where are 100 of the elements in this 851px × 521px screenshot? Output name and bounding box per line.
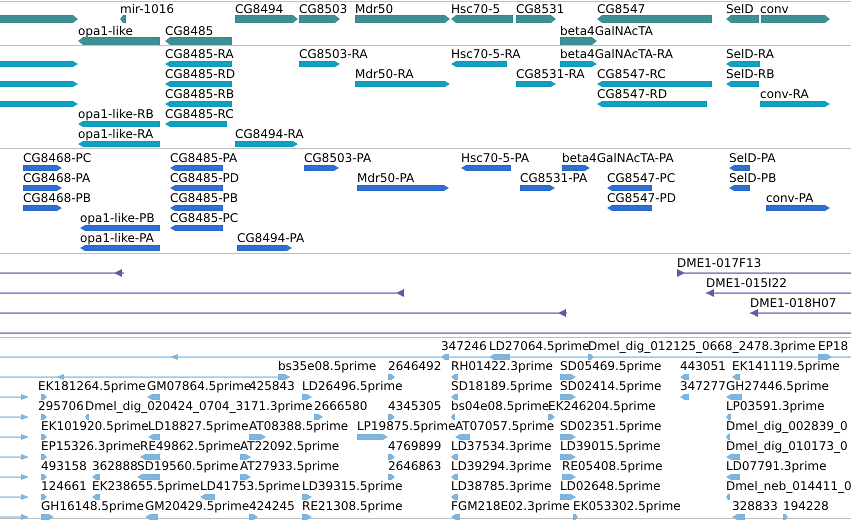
feature-label: CG8503-RA bbox=[299, 47, 368, 61]
feature-label: CG8494-PA bbox=[237, 231, 304, 245]
feature-label: 194228 bbox=[783, 499, 829, 513]
feature-label: conv bbox=[760, 2, 789, 16]
feature-label: 295706 bbox=[38, 399, 84, 413]
feature-label: LD41753.5prime bbox=[200, 479, 301, 493]
feature-label: EK101920.5prime bbox=[41, 419, 149, 433]
feature-label: EK246204.5prime bbox=[548, 399, 656, 413]
feature-label: AT07057.5prime bbox=[455, 419, 554, 433]
feature-label: LD39315.5prime bbox=[302, 479, 403, 493]
feature-label: CG8485-RA bbox=[165, 47, 234, 61]
feature-label: 425843 bbox=[249, 379, 295, 393]
feature-label: CG8547-PD bbox=[607, 191, 676, 205]
feature-label: GH27446.5prime bbox=[726, 379, 829, 393]
feature-label: CG8468-PB bbox=[23, 191, 92, 205]
feature-label: CG8547-RD bbox=[597, 87, 668, 101]
feature-label: DME1-015I22 bbox=[706, 276, 787, 290]
feature-label: Dmel_dig_012125_0668_2478.3prime bbox=[588, 339, 816, 353]
feature-label: 362888 bbox=[92, 459, 138, 473]
feature-label: Hsc70-5-RA bbox=[451, 47, 520, 61]
feature-label: CG8531 bbox=[516, 2, 564, 16]
feature-label: bs04e08.5prime bbox=[451, 399, 550, 413]
feature-label: AT22092.5prime bbox=[240, 439, 340, 453]
feature-label: Dmel_dig_020424_0704_3171.3prime bbox=[85, 399, 313, 413]
feature-label: conv-RA bbox=[760, 87, 809, 101]
feature-label: Mdr50-RA bbox=[355, 67, 414, 81]
feature-label: LD26496.5prime bbox=[302, 379, 403, 393]
feature-label: beta4GalNAcTA bbox=[560, 24, 653, 38]
feature-label: DME1-017F13 bbox=[677, 256, 762, 270]
feature-label: SelD-RA bbox=[726, 47, 774, 61]
feature-label: CG8494 bbox=[235, 2, 284, 16]
feature-label: DME1-018H07 bbox=[750, 296, 836, 310]
feature-label: CG8531-PA bbox=[520, 171, 588, 185]
feature-label: Dmel_dig_002839_0 bbox=[726, 419, 848, 433]
feature-label: Hsc70-5-PA bbox=[461, 151, 530, 165]
feature-label: 328833 bbox=[732, 499, 778, 513]
feature-label: LD39294.3prime bbox=[451, 459, 552, 473]
feature-label: RE21308.5prime bbox=[302, 499, 402, 513]
feature-label: CG8485-PA bbox=[170, 151, 238, 165]
feature-label: EK141119.5prime bbox=[732, 359, 840, 373]
feature-label: LD02648.5prime bbox=[560, 479, 661, 493]
feature-label: 347277 bbox=[680, 379, 726, 393]
feature-label: GM20429.5prime bbox=[145, 499, 250, 513]
feature-label: LD37534.3prime bbox=[451, 439, 552, 453]
feature-label: RH01422.3prime bbox=[451, 359, 553, 373]
feature-label: opa1-like-RB bbox=[78, 107, 154, 121]
feature-label: LD39015.5prime bbox=[560, 439, 661, 453]
feature-label: opa1-like-PB bbox=[80, 211, 155, 225]
feature-label: AT27933.5prime bbox=[240, 459, 340, 473]
feature-label: Dmel_neb_014411_0 bbox=[726, 479, 851, 493]
feature-label: 493158 bbox=[41, 459, 87, 473]
feature-label: CG8531-RA bbox=[516, 67, 585, 81]
feature-label: SD02414.5prime bbox=[560, 379, 662, 393]
feature-label: LD38785.3prime bbox=[451, 479, 552, 493]
feature-label: LD18827.5prime bbox=[148, 419, 249, 433]
feature-label: LD27064.5prime bbox=[489, 339, 590, 353]
feature-label: SD18189.5prime bbox=[451, 379, 552, 393]
feature-label: SelD-PA bbox=[729, 151, 776, 165]
feature-label: SelD bbox=[726, 2, 754, 16]
feature-label: 124661 bbox=[41, 479, 87, 493]
feature-label: CG8485-PC bbox=[170, 211, 238, 225]
feature-label: CG8485-PB bbox=[170, 191, 238, 205]
feature-label: SD02351.5prime bbox=[560, 419, 662, 433]
feature-label: 4345305 bbox=[388, 399, 442, 413]
feature-label: mir-1016 bbox=[120, 2, 174, 16]
feature-label: 2646492 bbox=[388, 359, 442, 373]
feature-label: GH16148.5prime bbox=[41, 499, 144, 513]
feature-label: beta4GalNAcTA-RA bbox=[560, 47, 673, 61]
feature-label: Mdr50-PA bbox=[357, 171, 414, 185]
feature-label: beta4GalNAcTA-PA bbox=[562, 151, 674, 165]
feature-label: 4769899 bbox=[388, 439, 442, 453]
feature-label: Mdr50 bbox=[355, 2, 394, 16]
feature-label: SD19560.5prime bbox=[137, 459, 238, 473]
feature-label: 424245 bbox=[249, 499, 295, 513]
feature-label: CG8468-PA bbox=[23, 171, 90, 185]
feature-label: Hsc70-5 bbox=[451, 2, 500, 16]
feature-label: CG8485-RB bbox=[165, 87, 234, 101]
feature-label: CG8485 bbox=[165, 24, 214, 38]
feature-label: opa1-like-PA bbox=[80, 231, 154, 245]
feature-label: GM07864.5prime bbox=[147, 379, 252, 393]
feature-label: CG8503-PA bbox=[304, 151, 372, 165]
feature-label: AT08388.5prime bbox=[249, 419, 348, 433]
feature-label: LP19875.5prime bbox=[357, 419, 456, 433]
feature-label: EP18 bbox=[818, 339, 848, 353]
feature-label: CG8485-RD bbox=[165, 67, 236, 81]
feature-label: bs35e08.5prime bbox=[278, 359, 376, 373]
feature-label: 2646863 bbox=[388, 459, 442, 473]
feature-label: EK181264.5prime bbox=[38, 379, 146, 393]
feature-label: SelD-RB bbox=[726, 67, 774, 81]
feature-label: CG8485-RC bbox=[165, 107, 234, 121]
feature-label: CG8547-PC bbox=[607, 171, 676, 185]
feature-label: FGM218E02.3prime bbox=[451, 499, 570, 513]
feature-label: 347246 bbox=[441, 339, 487, 353]
feature-label: SD05469.5prime bbox=[560, 359, 662, 373]
feature-label: RE49862.5prime bbox=[140, 439, 240, 453]
feature-label: EP15326.3prime bbox=[41, 439, 140, 453]
feature-label: RE05408.5prime bbox=[562, 459, 662, 473]
feature-label: CG8494-RA bbox=[235, 127, 304, 141]
feature-label: opa1-like-RA bbox=[78, 127, 154, 141]
feature-label: CG8503 bbox=[299, 2, 348, 16]
